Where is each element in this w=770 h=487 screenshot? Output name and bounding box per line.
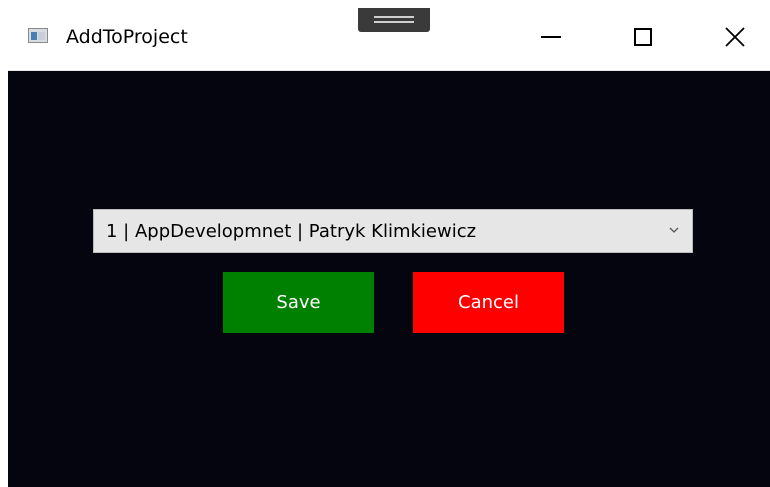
maximize-icon xyxy=(634,28,652,46)
minimize-button[interactable] xyxy=(528,18,574,56)
project-select-value: 1 | AppDevelopmnet | Patryk Klimkiewicz xyxy=(106,221,477,242)
close-icon xyxy=(725,27,745,47)
save-button[interactable]: Save xyxy=(223,272,374,333)
chevron-down-icon xyxy=(669,227,679,233)
maximize-button[interactable] xyxy=(620,18,666,56)
app-window-icon xyxy=(28,28,48,43)
project-select[interactable]: 1 | AppDevelopmnet | Patryk Klimkiewicz xyxy=(93,209,693,253)
title-bar[interactable]: AddToProject xyxy=(8,0,770,71)
cancel-button[interactable]: Cancel xyxy=(413,272,564,333)
app-window: AddToProject 1 | AppDevelopmnet | Patryk… xyxy=(8,0,770,487)
window-title: AddToProject xyxy=(66,26,188,48)
drag-handle[interactable] xyxy=(358,8,430,32)
close-button[interactable] xyxy=(712,18,758,56)
dialog-content: 1 | AppDevelopmnet | Patryk Klimkiewicz … xyxy=(8,71,770,487)
minimize-icon xyxy=(541,36,561,38)
